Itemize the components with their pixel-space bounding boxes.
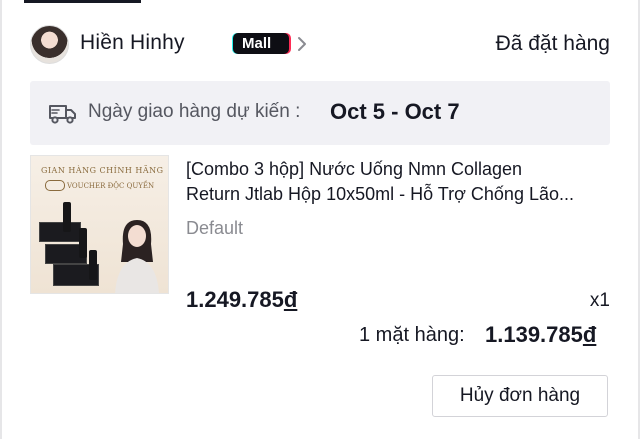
product-image[interactable]: GIAN HÀNG CHÍNH HÃNG VOUCHER ĐỘC QUYỀN: [30, 155, 169, 294]
price-value: 1.249.785: [186, 287, 284, 312]
image-banner-text: GIAN HÀNG CHÍNH HÃNG: [41, 166, 164, 175]
model-figure: [115, 220, 159, 293]
mall-badge: Mall: [233, 33, 289, 54]
currency-symbol: đ: [283, 287, 298, 312]
mall-badge-label: Mall: [242, 35, 272, 52]
product-quantity: x1: [589, 290, 610, 311]
order-status: Đã đặt hàng: [495, 32, 610, 55]
truck-icon: [49, 105, 76, 124]
order-total: 1.139.785đ: [485, 322, 596, 348]
product-bottle: [63, 202, 71, 232]
currency-symbol: đ: [582, 322, 597, 347]
order-total-label: 1 mặt hàng:: [359, 324, 465, 346]
total-value: 1.139.785: [485, 322, 583, 347]
shop-header[interactable]: Hiền Hinhy Mall Đã đặt hàng: [30, 24, 610, 66]
left-border: [0, 0, 2, 439]
product-title[interactable]: [Combo 3 hộp] Nước Uống Nmn Collagen Ret…: [186, 157, 616, 207]
product-bottle: [79, 228, 87, 258]
product-variant: Default: [186, 218, 244, 238]
product-title-line1: [Combo 3 hộp] Nước Uống Nmn Collagen: [186, 159, 523, 179]
shop-avatar[interactable]: [30, 25, 69, 64]
chevron-right-icon[interactable]: [292, 34, 312, 54]
product-title-line2: Return Jtlab Hộp 10x50ml - Hỗ Trợ Chống …: [186, 184, 574, 204]
delivery-estimate: Ngày giao hàng dự kiến : Oct 5 - Oct 7: [30, 81, 610, 145]
product-box: [39, 222, 81, 242]
product-price: 1.249.785đ: [186, 287, 297, 313]
shop-name[interactable]: Hiền Hinhy: [80, 31, 185, 55]
delivery-dates: Oct 5 - Oct 7: [330, 99, 460, 124]
delivery-label: Ngày giao hàng dự kiến :: [88, 101, 301, 122]
cancel-order-button[interactable]: Hủy đơn hàng: [432, 375, 608, 417]
top-tab-indicator: [24, 0, 141, 3]
product-bottle: [89, 250, 97, 280]
image-logo: [45, 180, 65, 191]
image-voucher-text: VOUCHER ĐỘC QUYỀN: [67, 182, 155, 190]
